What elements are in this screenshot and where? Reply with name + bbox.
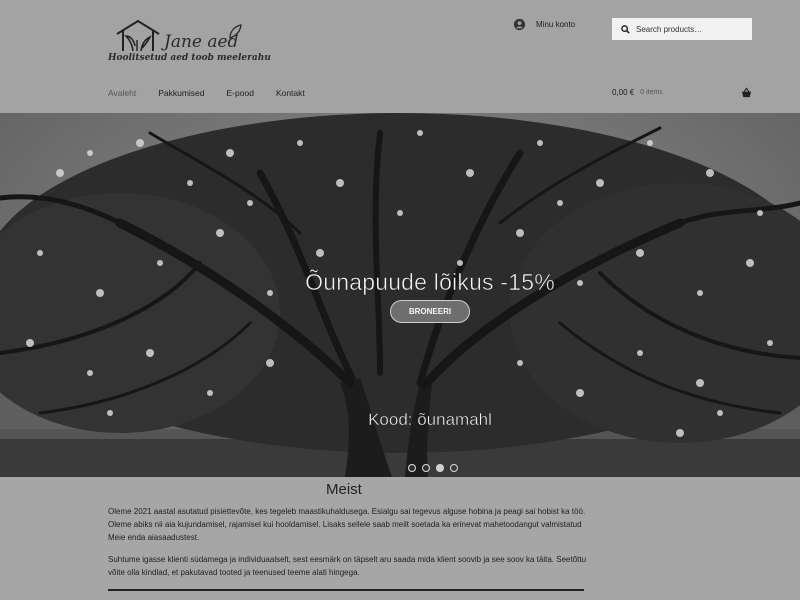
- globe-user-icon: [513, 18, 526, 31]
- nav-item-e-pood[interactable]: E-pood: [227, 88, 254, 98]
- site-header: Jane aed Hoolitsetud aed toob meelerahu …: [0, 0, 800, 113]
- search-icon: [621, 24, 630, 34]
- about-section: Meist Oleme 2021 aastal asutatud pisiett…: [0, 477, 800, 600]
- slide-dot-2[interactable]: [422, 464, 430, 472]
- about-paragraph-2: Suhtume igasse klienti südamega ja indiv…: [108, 555, 587, 577]
- nav-item-pakkumised[interactable]: Pakkumised: [158, 88, 204, 98]
- basket-icon: [741, 87, 752, 98]
- promo-code: Kood: õunamahl: [368, 410, 492, 429]
- product-search[interactable]: [612, 18, 752, 40]
- nav-item-kontakt[interactable]: Kontakt: [276, 88, 305, 98]
- slide-dot-4[interactable]: [450, 464, 458, 472]
- account-label: Minu konto: [536, 20, 576, 29]
- cart-total: 0,00 €: [612, 88, 635, 97]
- slide-dot-1[interactable]: [408, 464, 416, 472]
- cart-link[interactable]: 0,00 € 0 items: [612, 87, 752, 98]
- nav-item-avaleht[interactable]: Avaleht: [108, 88, 136, 98]
- leaf-icon: [229, 24, 242, 39]
- hero-slider: Õunapuude lõikus -15% BRONEERI Kood: õun…: [0, 113, 800, 477]
- slider-dots: [408, 464, 458, 472]
- house-leaf-icon: [116, 19, 160, 52]
- cart-count: 0 items: [640, 89, 663, 96]
- hero-title: Õunapuude lõikus -15%: [305, 269, 555, 296]
- main-nav: Avaleht Pakkumised E-pood Kontakt: [108, 88, 327, 98]
- site-logo[interactable]: Jane aed Hoolitsetud aed toob meelerahu: [108, 18, 271, 68]
- divider: [108, 589, 584, 591]
- slide-dot-3[interactable]: [436, 464, 444, 472]
- about-heading: Meist: [326, 481, 362, 498]
- brand-tagline: Hoolitsetud aed toob meelerahu: [108, 53, 271, 63]
- search-input[interactable]: [636, 24, 746, 34]
- account-link[interactable]: Minu konto: [513, 18, 575, 31]
- book-button[interactable]: BRONEERI: [390, 300, 470, 323]
- about-paragraph-1: Oleme 2021 aastal asutatud pisiettevõte,…: [108, 507, 586, 542]
